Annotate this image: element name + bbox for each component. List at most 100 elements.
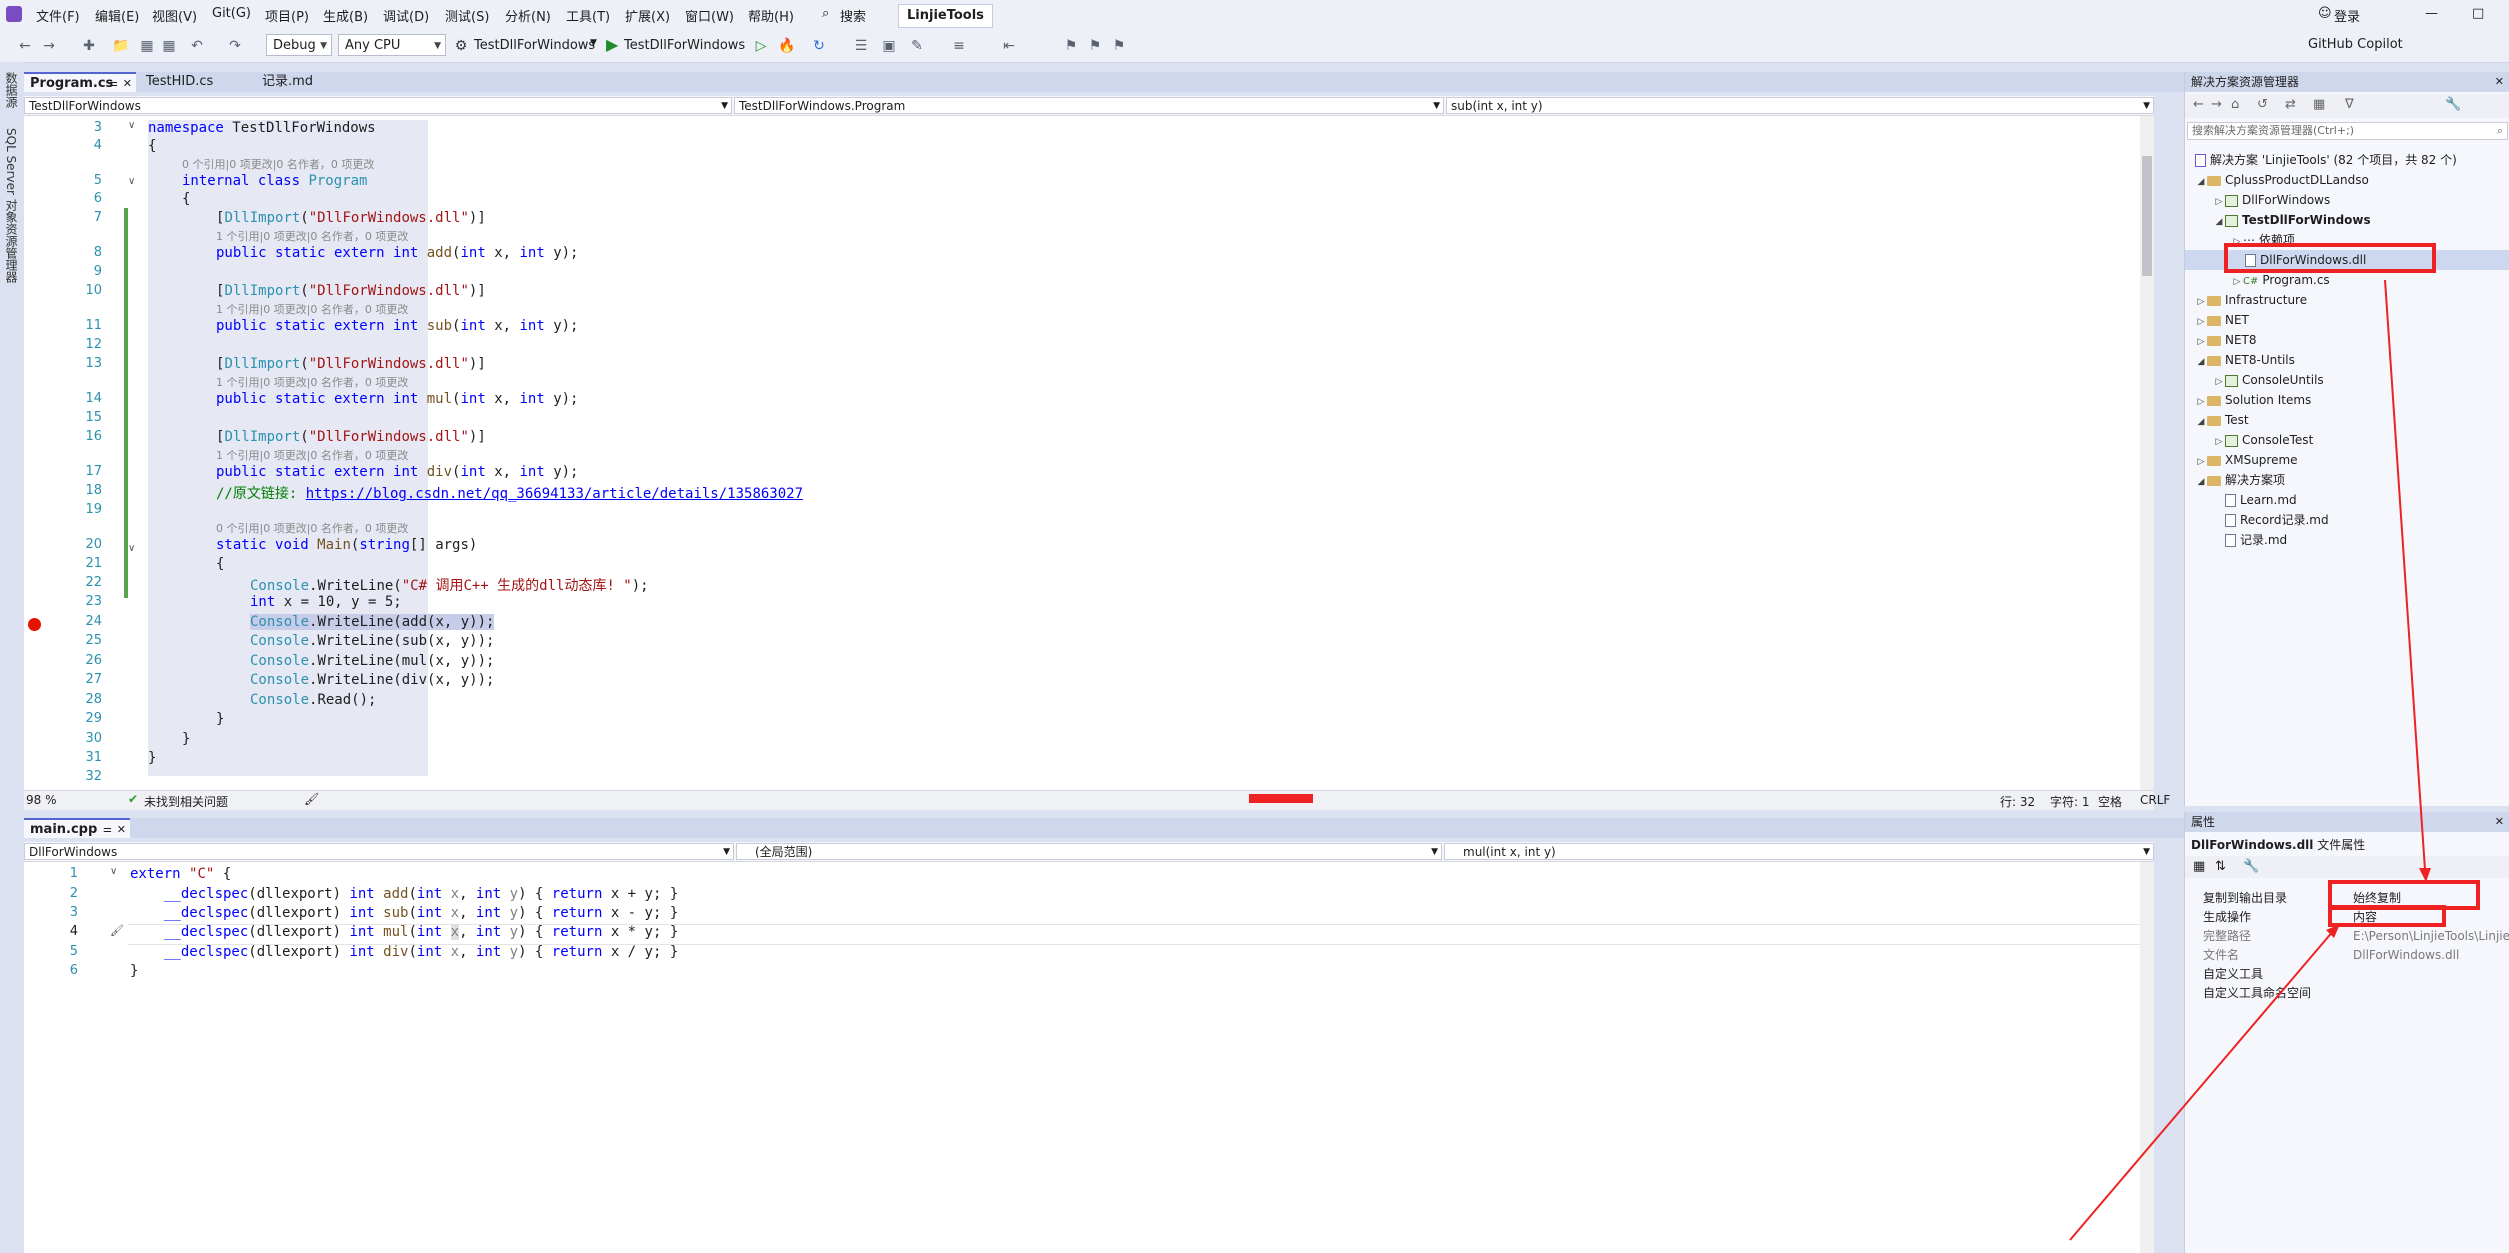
- close-icon[interactable]: ✕: [117, 820, 126, 840]
- save-icon[interactable]: ▦: [138, 37, 156, 55]
- line-number: 10: [85, 283, 102, 298]
- menu-analyze[interactable]: 分析(N): [505, 6, 551, 25]
- menu-extensions[interactable]: 扩展(X): [625, 6, 670, 25]
- home-icon[interactable]: ⌂: [2231, 97, 2239, 112]
- tree-project-dllforwindows[interactable]: ▷ DllForWindows: [2213, 190, 2331, 212]
- menu-test[interactable]: 测试(S): [445, 6, 489, 25]
- gear-icon[interactable]: ⚙: [452, 37, 470, 55]
- collapse-icon[interactable]: ▦: [2313, 97, 2325, 112]
- code-lens[interactable]: 0 个引用|0 项更改|0 名作者，0 项更改: [216, 520, 408, 536]
- search-menu[interactable]: 搜索: [840, 6, 866, 25]
- fold-icon[interactable]: ∨: [128, 120, 135, 131]
- code-lens[interactable]: 1 个引用|0 项更改|0 名作者，0 项更改: [216, 374, 408, 390]
- bookmark-prev-icon[interactable]: ⚑: [1086, 37, 1104, 55]
- data-sources-tab[interactable]: 数据源: [3, 72, 20, 108]
- bookmark-icon[interactable]: ⚑: [1062, 37, 1080, 55]
- scope-dropdown[interactable]: (全局范围) ▼: [736, 843, 1442, 860]
- back-icon[interactable]: ←: [2193, 97, 2204, 112]
- tree-folder-cplussproduct[interactable]: ◢ CplussProductDLLandso: [2195, 170, 2369, 190]
- redo-icon[interactable]: ↷: [226, 37, 244, 55]
- code-lens[interactable]: 0 个引用|0 项更改|0 名作者，0 项更改: [182, 156, 374, 172]
- menu-project[interactable]: 项目(P): [265, 6, 309, 25]
- project-dropdown[interactable]: DllForWindows ▼: [24, 843, 734, 860]
- pin-icon[interactable]: ⚌: [109, 74, 118, 94]
- indent-icon[interactable]: ⇤: [1000, 37, 1018, 55]
- code-lens[interactable]: 1 个引用|0 项更改|0 名作者，0 项更改: [216, 447, 408, 463]
- member-dropdown[interactable]: mul(int x, int y) ▼: [1444, 843, 2154, 860]
- solution-search-input[interactable]: 搜索解决方案资源管理器(Ctrl+;) ⌕: [2187, 122, 2508, 140]
- forward-icon[interactable]: →: [40, 37, 58, 55]
- fold-icon[interactable]: ∨: [128, 543, 135, 554]
- menu-git[interactable]: Git(G): [212, 6, 251, 21]
- menu-file[interactable]: 文件(F): [36, 6, 80, 25]
- tab-main-cpp[interactable]: main.cpp ⚌ ✕: [24, 818, 130, 838]
- refresh-icon[interactable]: ↻: [810, 37, 828, 55]
- zoom-level[interactable]: 98 %: [26, 793, 57, 807]
- tree-solution-root[interactable]: 解决方案 'LinjieTools' (82 个项目，共 82 个): [2195, 150, 2457, 170]
- comment-icon[interactable]: ✎: [908, 37, 926, 55]
- expanded-icon[interactable]: ◢: [2213, 212, 2225, 232]
- source-link[interactable]: https://blog.csdn.net/qq_36694133/articl…: [306, 486, 803, 502]
- screenshot-icon[interactable]: ▣: [880, 37, 898, 55]
- vs-logo-icon[interactable]: [6, 6, 22, 22]
- scrollbar-thumb[interactable]: [2142, 156, 2152, 276]
- run-button[interactable]: TestDllForWindows: [624, 38, 745, 53]
- program-cs-editor[interactable]: ∨ ∨ ∨ 3 4 5 6 7 8 9 10 11 12 13 14 15 16…: [24, 116, 2154, 790]
- menu-help[interactable]: 帮助(H): [748, 6, 794, 25]
- format-icon[interactable]: ≡: [950, 37, 968, 55]
- platform-dropdown[interactable]: Any CPU ▼: [338, 34, 446, 56]
- menu-build[interactable]: 生成(B): [323, 6, 368, 25]
- menu-debug[interactable]: 调试(D): [383, 6, 429, 25]
- project-dropdown[interactable]: TestDllForWindows ▼: [24, 97, 732, 114]
- expanded-icon[interactable]: ◢: [2195, 172, 2207, 192]
- breakpoint-icon[interactable]: [28, 618, 41, 631]
- run-without-debug-icon[interactable]: ▷: [752, 37, 770, 55]
- code-lens[interactable]: 1 个引用|0 项更改|0 名作者，0 项更改: [216, 301, 408, 317]
- hot-reload-icon[interactable]: 🔥: [778, 37, 796, 55]
- menu-window[interactable]: 窗口(W): [685, 6, 734, 25]
- bookmark-next-icon[interactable]: ⚑: [1110, 37, 1128, 55]
- forward-icon[interactable]: →: [2211, 97, 2222, 112]
- minimize-button[interactable]: —: [2425, 6, 2438, 21]
- startup-project-dropdown[interactable]: TestDllForWindows: [474, 38, 595, 53]
- class-dropdown[interactable]: TestDllForWindows.Program ▼: [734, 97, 1444, 114]
- config-dropdown[interactable]: Debug ▼: [266, 34, 332, 56]
- member-dropdown[interactable]: sub(int x, int y) ▼: [1446, 97, 2154, 114]
- tab-record-md[interactable]: 记录.md: [256, 72, 366, 92]
- close-icon[interactable]: ✕: [2495, 72, 2504, 92]
- new-project-icon[interactable]: ✚: [80, 37, 98, 55]
- fold-icon[interactable]: ∨: [110, 866, 117, 877]
- tab-testhid-cs[interactable]: TestHID.cs: [140, 72, 252, 92]
- copilot-button[interactable]: GitHub Copilot: [2308, 37, 2403, 52]
- undo-icon[interactable]: ↶: [188, 37, 206, 55]
- quick-action-icon[interactable]: 🖌: [110, 924, 124, 937]
- sql-server-explorer-tab[interactable]: SQL Server 对象资源管理器: [3, 128, 20, 283]
- user-icon[interactable]: ☺: [2318, 6, 2332, 21]
- login-link[interactable]: 登录: [2334, 6, 2360, 25]
- pin-icon[interactable]: ⚌: [103, 820, 112, 840]
- search-icon[interactable]: ⌕: [822, 6, 829, 21]
- tab-program-cs[interactable]: Program.cs ⚌ ✕: [24, 72, 136, 92]
- wrench-icon[interactable]: 🔧: [2445, 97, 2461, 112]
- issues-status[interactable]: 未找到相关问题: [144, 793, 228, 810]
- filter-icon[interactable]: ∇: [2345, 97, 2354, 112]
- history-icon[interactable]: ↺: [2257, 97, 2268, 112]
- tree-project-testdllforwindows[interactable]: ◢ TestDllForWindows: [2213, 210, 2371, 230]
- run-icon[interactable]: ▶: [606, 35, 618, 54]
- main-cpp-editor[interactable]: 1 2 3 4 5 6 🖌 ∨ extern "C" { __declspec(…: [24, 862, 2154, 1253]
- chevron-down-icon[interactable]: ▼: [590, 38, 597, 48]
- menu-edit[interactable]: 编辑(E): [95, 6, 139, 25]
- open-folder-icon[interactable]: 📁: [112, 37, 130, 55]
- menu-tools[interactable]: 工具(T): [566, 6, 610, 25]
- brush-icon[interactable]: 🖌: [304, 792, 319, 806]
- menu-view[interactable]: 视图(V): [152, 6, 197, 25]
- sync-icon[interactable]: ⇄: [2285, 97, 2296, 112]
- back-icon[interactable]: ←: [16, 37, 34, 55]
- code-lens[interactable]: 1 个引用|0 项更改|0 名作者，0 项更改: [216, 228, 408, 244]
- save-all-icon[interactable]: ▦: [160, 37, 178, 55]
- maximize-button[interactable]: □: [2472, 6, 2484, 21]
- close-icon[interactable]: ✕: [123, 74, 132, 94]
- collapsed-icon[interactable]: ▷: [2213, 192, 2225, 212]
- solution-explorer-icon[interactable]: ☰: [852, 37, 870, 55]
- fold-icon[interactable]: ∨: [128, 176, 135, 187]
